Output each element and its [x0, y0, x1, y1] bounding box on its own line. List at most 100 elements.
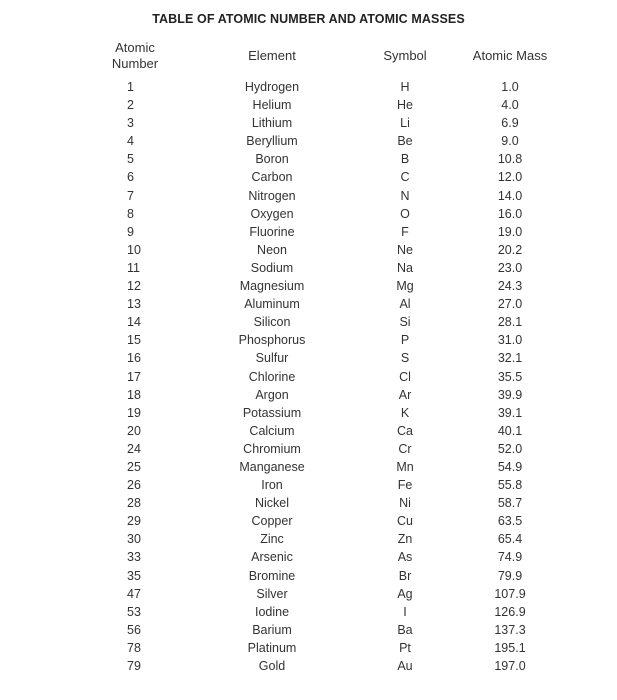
atomic-mass-cell: 39.9: [497, 387, 523, 402]
element-cell: Copper: [251, 514, 293, 529]
atomic-mass-cell: 27.0: [497, 297, 523, 312]
element-cell: Zinc: [260, 532, 284, 547]
element-cell: Barium: [252, 622, 292, 637]
table-row: 35 Bromine Br 79.9: [0, 567, 617, 585]
atomic-number-cell: 6: [127, 170, 134, 185]
atomic-mass-cell: 32.1: [497, 351, 523, 366]
table-row: 6 Carbon C 12.0: [0, 168, 617, 186]
element-cell: Platinum: [247, 640, 297, 655]
symbol-cell: C: [400, 170, 410, 185]
table-row: 5 Boron B 10.8: [0, 150, 617, 168]
atomic-number-cell: 1: [127, 80, 134, 94]
atomic-number-cell: 7: [127, 188, 134, 203]
element-cell: Arsenic: [251, 550, 293, 565]
atomic-mass-cell: 52.0: [497, 441, 523, 456]
element-cell: Silicon: [253, 315, 291, 330]
table-row: 3 Lithium Li 6.9: [0, 114, 617, 132]
table-row: 53 Iodine I 126.9: [0, 603, 617, 621]
symbol-cell: Na: [397, 260, 413, 275]
symbol-cell: Ba: [397, 622, 413, 637]
element-cell: Beryllium: [246, 134, 298, 149]
atomic-mass-cell: 126.9: [494, 604, 526, 619]
symbol-cell: Mn: [396, 459, 414, 474]
element-cell: Calcium: [249, 423, 295, 438]
atomic-mass-cell: 65.4: [497, 532, 523, 547]
atomic-mass-cell: 35.5: [497, 369, 523, 384]
atomic-number-cell: 18: [127, 387, 141, 402]
table-row: 8 Oxygen O 16.0: [0, 205, 617, 223]
header-element: Element: [248, 48, 296, 63]
element-cell: Bromine: [248, 568, 296, 583]
symbol-cell: H: [400, 80, 410, 94]
header-atomic-number-line1: Atomic: [115, 40, 155, 55]
atomic-number-cell: 16: [127, 351, 141, 366]
element-cell: Nitrogen: [248, 188, 296, 203]
element-cell: Fluorine: [249, 224, 295, 239]
atomic-mass-cell: 10.8: [497, 152, 523, 167]
element-cell: Phosphorus: [238, 333, 306, 348]
table-row: 33 Arsenic As 74.9: [0, 548, 617, 566]
symbol-cell: Pt: [399, 640, 411, 655]
table-row: 17 Chlorine Cl 35.5: [0, 368, 617, 386]
element-cell: Lithium: [251, 116, 293, 131]
header-atomic-number: Atomic Number: [110, 40, 160, 72]
table-row: 15 Phosphorus P 31.0: [0, 331, 617, 349]
symbol-cell: Ag: [397, 586, 413, 601]
table-row: 30 Zinc Zn 65.4: [0, 530, 617, 548]
symbol-cell: K: [400, 405, 410, 420]
element-cell: Sulfur: [255, 351, 289, 366]
header-atomic-number-line2: Number: [111, 56, 159, 71]
table-row: 28 Nickel Ni 58.7: [0, 494, 617, 512]
symbol-cell: Ca: [397, 423, 413, 438]
symbol-cell: O: [400, 206, 410, 221]
atomic-mass-cell: 31.0: [497, 333, 523, 348]
header-symbol: Symbol: [383, 48, 427, 63]
symbol-cell: I: [403, 604, 407, 619]
atomic-number-cell: 2: [127, 98, 134, 113]
element-cell: Gold: [258, 659, 286, 673]
element-cell: Manganese: [239, 459, 305, 474]
atomic-number-cell: 78: [127, 640, 141, 655]
symbol-cell: Zn: [397, 532, 413, 547]
atomic-mass-cell: 16.0: [497, 206, 523, 221]
atomic-number-cell: 5: [127, 152, 134, 167]
atomic-mass-cell: 40.1: [497, 423, 523, 438]
atomic-number-cell: 35: [127, 568, 141, 583]
table-row: 2 Helium He 4.0: [0, 96, 617, 114]
atomic-number-cell: 56: [127, 622, 141, 637]
symbol-cell: Be: [397, 134, 413, 149]
atomic-number-cell: 13: [127, 297, 141, 312]
element-cell: Chlorine: [248, 369, 296, 384]
symbol-cell: As: [397, 550, 413, 565]
atomic-mass-cell: 20.2: [497, 242, 523, 257]
table-row: 24 Chromium Cr 52.0: [0, 440, 617, 458]
symbol-cell: Au: [397, 659, 413, 673]
element-cell: Iodine: [254, 604, 290, 619]
element-cell: Iron: [261, 478, 283, 493]
atomic-number-cell: 4: [127, 134, 134, 149]
symbol-cell: Mg: [396, 279, 414, 294]
atomic-number-cell: 19: [127, 405, 141, 420]
element-cell: Potassium: [242, 405, 302, 420]
atomic-mass-cell: 63.5: [497, 514, 523, 529]
table-row: 18 Argon Ar 39.9: [0, 386, 617, 404]
element-cell: Nickel: [254, 496, 290, 511]
symbol-cell: Fe: [397, 478, 413, 493]
table-body: 1 Hydrogen H 1.0 2 Helium He 4.0 3 Lithium Li 6.9 4 B…: [0, 78, 617, 675]
atomic-number-cell: 11: [127, 260, 140, 275]
atomic-mass-cell: 107.9: [494, 586, 526, 601]
atomic-number-cell: 12: [127, 279, 141, 294]
table-row: 19 Potassium K 39.1: [0, 404, 617, 422]
atomic-mass-cell: 55.8: [497, 478, 523, 493]
atomic-mass-cell: 54.9: [497, 459, 523, 474]
atomic-mass-cell: 23.0: [497, 260, 523, 275]
table-title: TABLE OF ATOMIC NUMBER AND ATOMIC MASSES: [152, 12, 465, 26]
symbol-cell: Li: [400, 116, 410, 131]
table-row: 47 Silver Ag 107.9: [0, 585, 617, 603]
element-cell: Carbon: [251, 170, 293, 185]
atomic-mass-cell: 1.0: [501, 80, 519, 94]
element-cell: Oxygen: [250, 206, 294, 221]
table-row: 11 Sodium Na 23.0: [0, 259, 617, 277]
element-cell: Silver: [256, 586, 288, 601]
atomic-number-cell: 20: [127, 423, 141, 438]
